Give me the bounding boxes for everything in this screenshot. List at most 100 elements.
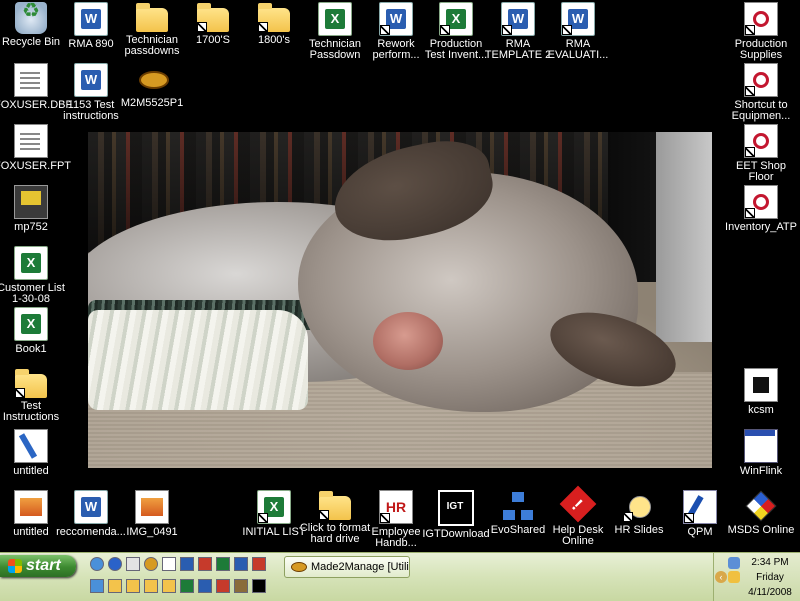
m2m-app-icon xyxy=(136,63,169,95)
folder-icon[interactable] xyxy=(144,579,158,593)
windows-flag-icon xyxy=(8,559,22,573)
desktop-icon-kcsm[interactable]: kcsm xyxy=(724,368,798,416)
slides-icon xyxy=(623,490,655,522)
kcsm-app-icon xyxy=(744,368,778,402)
excel-document-icon xyxy=(318,2,352,36)
powerpoint-icon[interactable] xyxy=(252,557,266,571)
excel-icon[interactable] xyxy=(216,557,230,571)
quick-launch-toolbar xyxy=(90,557,280,597)
clock-time[interactable]: 2:34 PM xyxy=(742,557,798,568)
desktop-icon-label: MSDS Online xyxy=(727,524,795,536)
database-file-icon xyxy=(14,63,48,97)
desktop-icon-rma-evaluati[interactable]: RMA EVALUATI... xyxy=(541,2,615,61)
desktop-icon-small[interactable] xyxy=(90,579,104,593)
desktop-icon-inventory-atp[interactable]: Inventory_ATP xyxy=(724,185,798,233)
document-icon[interactable] xyxy=(162,557,176,571)
word-icon[interactable] xyxy=(234,557,248,571)
image-file-icon xyxy=(14,490,48,524)
start-button[interactable]: start xyxy=(0,555,76,577)
folder-icon[interactable] xyxy=(108,579,122,593)
pdf-shortcut-icon xyxy=(744,2,778,36)
desktop-icon-label: Book1 xyxy=(15,343,47,355)
clock-date: 4/11/2008 xyxy=(748,587,792,598)
word-shortcut-icon xyxy=(501,2,535,36)
desktop-icon-book1[interactable]: Book1 xyxy=(0,307,68,355)
start-label: start xyxy=(26,557,61,574)
desktop-icon-eet-shop-floor[interactable]: EET Shop Floor xyxy=(724,124,798,183)
igt-logo-icon xyxy=(438,490,474,526)
desktop-icon-customer-list[interactable]: Customer List 1-30-08 xyxy=(0,246,68,305)
word-document-icon xyxy=(74,63,108,97)
network-tray-icon[interactable] xyxy=(728,557,740,569)
folder-shortcut-icon xyxy=(258,3,290,32)
desktop-icon-label: FOXUSER.FPT xyxy=(0,160,72,172)
desktop-icon-mp752[interactable]: mp752 xyxy=(0,185,68,233)
word-document-icon xyxy=(74,2,108,36)
wallpaper-dog-nose xyxy=(373,312,443,370)
desktop-icon-label: WinFlink xyxy=(739,465,783,477)
pdf-shortcut-icon xyxy=(744,63,778,97)
security-tray-icon[interactable] xyxy=(728,571,740,583)
clock-day: Friday xyxy=(756,572,784,583)
help-desk-warning-icon xyxy=(562,490,594,522)
window-icon[interactable] xyxy=(126,557,140,571)
desktop-wallpaper-photo xyxy=(88,132,712,468)
desktop-icon-label: kcsm xyxy=(748,404,774,416)
desktop-icon-label: Production Supplies xyxy=(734,38,788,61)
recycle-bin-icon xyxy=(15,2,47,34)
folder-icon[interactable] xyxy=(126,579,140,593)
desktop-icon-shortcut-to-equipment[interactable]: Shortcut to Equipmen... xyxy=(724,63,798,122)
excel-icon[interactable] xyxy=(180,579,194,593)
word-icon[interactable] xyxy=(198,579,212,593)
desktop-icon-label: EET Shop Floor xyxy=(736,160,786,183)
image-file-icon xyxy=(135,490,169,524)
taskbar: start Made2Manage [Utiliti... ‹ 2:34 PM … xyxy=(0,552,800,601)
desktop-icon-winflink[interactable]: WinFlink xyxy=(724,429,798,477)
excel-shortcut-icon xyxy=(257,490,291,524)
folder-icon xyxy=(136,3,168,32)
database-file-icon xyxy=(14,124,48,158)
desktop-icon-production-supplies[interactable]: Production Supplies xyxy=(724,2,798,61)
internet-explorer-icon[interactable] xyxy=(108,557,122,571)
igt-icon[interactable] xyxy=(252,579,266,593)
media-player-icon xyxy=(14,185,48,219)
excel-document-icon xyxy=(14,307,48,341)
word-shortcut-icon xyxy=(561,2,595,36)
pdf-shortcut-icon xyxy=(744,185,778,219)
desktop-icon-label: Shortcut to Equipmen... xyxy=(731,99,791,122)
folder-shortcut-icon xyxy=(197,3,229,32)
network-share-icon xyxy=(502,490,534,522)
desktop-icon-label: Inventory_ATP xyxy=(725,221,797,233)
desktop-icon-foxuser-fpt[interactable]: FOXUSER.FPT xyxy=(0,124,72,172)
desktop-icon-img-0491[interactable]: IMG_0491 xyxy=(115,490,189,538)
folder-icon[interactable] xyxy=(162,579,176,593)
wallpaper-towel xyxy=(88,310,308,410)
hr-document-icon xyxy=(379,490,413,524)
globe-icon[interactable] xyxy=(90,557,104,571)
desktop-icon-label: IMG_0491 xyxy=(126,526,178,538)
word-shortcut-icon xyxy=(379,2,413,36)
desktop-icon-msds-online[interactable]: MSDS Online xyxy=(724,490,798,536)
chevron-left-icon[interactable]: ‹ xyxy=(715,571,727,583)
desktop-icon-m2m5525p1[interactable]: M2M5525P1 xyxy=(115,63,189,109)
desktop-icon-label: RMA EVALUATI... xyxy=(547,38,609,61)
pdf-icon[interactable] xyxy=(216,579,230,593)
package-icon[interactable] xyxy=(234,579,248,593)
paint-file-icon xyxy=(14,429,48,463)
pdf-icon[interactable] xyxy=(198,557,212,571)
m2m-icon[interactable] xyxy=(144,557,158,571)
word-document-icon xyxy=(74,490,108,524)
folder-shortcut-icon xyxy=(319,491,351,520)
desktop-icon-test-instructions[interactable]: Test Instructions xyxy=(0,368,68,423)
calendar-icon[interactable] xyxy=(180,557,194,571)
desktop[interactable]: Recycle Bin RMA 890 Technician passdowns… xyxy=(0,0,800,552)
system-tray: ‹ 2:34 PM Friday 4/11/2008 xyxy=(713,553,800,601)
task-button-label: Made2Manage [Utiliti... xyxy=(311,561,409,573)
desktop-icon-label: M2M5525P1 xyxy=(120,97,184,109)
qpm-app-icon xyxy=(683,490,717,524)
hazard-diamond-icon xyxy=(745,490,777,522)
desktop-icon-untitled-paint[interactable]: untitled xyxy=(0,429,68,477)
wallpaper-white-box xyxy=(656,132,712,342)
taskbar-button-made2manage[interactable]: Made2Manage [Utiliti... xyxy=(284,556,410,578)
folder-shortcut-icon xyxy=(15,369,47,398)
